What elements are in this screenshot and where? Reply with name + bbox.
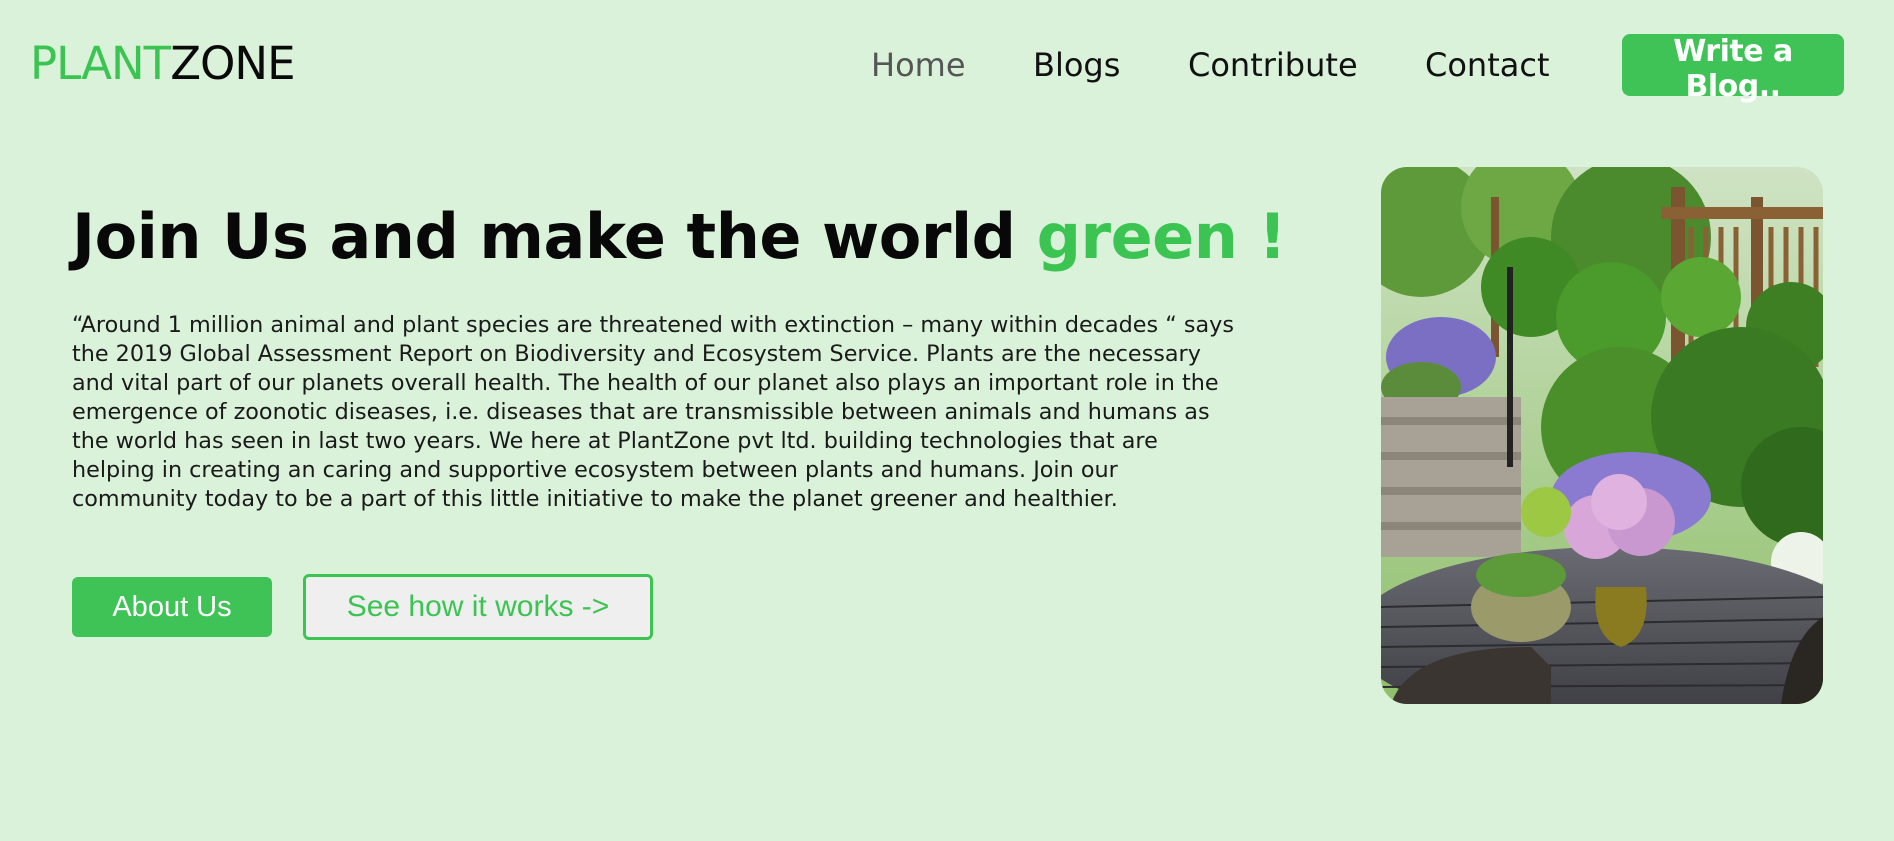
see-how-it-works-button[interactable]: See how it works -> (303, 574, 653, 640)
logo-plant: PLANT (30, 37, 171, 90)
hero-line: emergence of zoonotic diseases, i.e. dis… (72, 399, 1210, 425)
hero-title-accent: green ! (1036, 200, 1287, 273)
nav-blogs[interactable]: Blogs (1033, 44, 1120, 86)
hero-line: helping in creating an caring and suppor… (72, 457, 1118, 483)
garden-image (1381, 167, 1823, 704)
nav-contact[interactable]: Contact (1425, 44, 1550, 86)
logo-zone: ZONE (170, 37, 295, 90)
nav-home[interactable]: Home (871, 44, 966, 86)
write-blog-button[interactable]: Write a Blog.. (1622, 34, 1844, 104)
hero-line: the world has seen in last two years. We… (72, 428, 1158, 454)
hero-line: the 2019 Global Assessment Report on Bio… (72, 341, 1201, 367)
hero-title: Join Us and make the world green ! (72, 200, 1287, 273)
about-us-button[interactable]: About Us (72, 577, 272, 637)
hero-title-main: Join Us and make the world (72, 200, 1037, 273)
nav-contribute[interactable]: Contribute (1188, 44, 1358, 86)
hero-line: and vital part of our planets overall he… (72, 370, 1219, 396)
hero-line: community today to be a part of this lit… (72, 486, 1118, 512)
navbar: PLANTZONE Home Blogs Contribute Contact … (0, 0, 1894, 130)
hero-line: “Around 1 million animal and plant speci… (72, 312, 1234, 338)
hero-description: “Around 1 million animal and plant speci… (72, 311, 1317, 514)
logo[interactable]: PLANTZONE (30, 36, 296, 91)
